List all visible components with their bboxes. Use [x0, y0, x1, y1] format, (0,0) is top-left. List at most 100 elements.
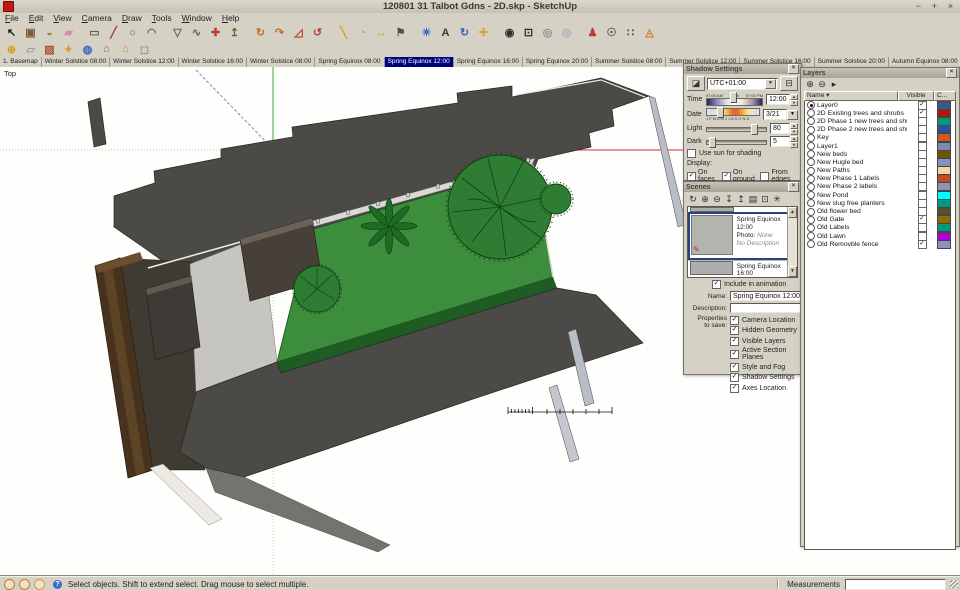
time-spinner[interactable]: ▲ ▼ — [790, 94, 798, 106]
move-scene-down-icon[interactable]: ↧ — [723, 194, 735, 205]
include-animation-checkbox[interactable]: ✓ — [712, 280, 721, 289]
pan-icon[interactable]: ✛ — [474, 24, 493, 41]
toggle-shadows-icon[interactable]: ◪ — [687, 76, 705, 91]
palm-plant[interactable] — [360, 197, 418, 255]
use-sun-checkbox[interactable] — [687, 149, 696, 158]
layer-radio[interactable] — [807, 101, 815, 110]
style-and-fog-checkbox[interactable]: ✓ — [730, 362, 739, 372]
scenes-panel-titlebar[interactable]: Scenes × — [684, 182, 801, 192]
update-scene-icon[interactable]: ↻ — [687, 194, 699, 205]
photo-textures-icon[interactable]: ▨ — [40, 41, 59, 58]
bottom-gray-tail[interactable] — [205, 467, 391, 553]
circle-icon[interactable]: ○ — [123, 24, 142, 41]
add-scene-icon[interactable]: ⊕ — [699, 194, 711, 205]
timezone-select[interactable]: UTC+01:00 ▼ — [707, 77, 778, 90]
zoom-window-icon[interactable]: ⊡ — [519, 24, 538, 41]
visible-layers-checkbox[interactable]: ✓ — [730, 336, 739, 346]
share-models-icon[interactable]: ⌂ — [116, 41, 135, 58]
layer-details-icon[interactable]: ▸ — [828, 79, 840, 90]
help-icon[interactable]: ? — [53, 579, 62, 589]
scene-menu-icon[interactable]: ✳ — [771, 194, 783, 205]
google-earth-icon[interactable]: ◍ — [78, 41, 97, 58]
position-camera-icon[interactable]: ♟ — [583, 24, 602, 41]
layer-radio[interactable] — [807, 166, 815, 175]
layer-radio[interactable] — [807, 174, 815, 183]
status-icon-2[interactable] — [19, 578, 30, 590]
layer-row[interactable]: Old Removble fence ✓ — [805, 239, 955, 249]
menu-file[interactable]: File — [0, 13, 24, 24]
component-box-icon[interactable]: ◻ — [135, 41, 154, 58]
layer-radio[interactable] — [807, 207, 815, 216]
from-edges-checkbox[interactable] — [760, 171, 770, 181]
zoom-icon[interactable]: ◉ — [500, 24, 519, 41]
polygon-icon[interactable]: ▽ — [168, 24, 187, 41]
resize-grip[interactable] — [950, 580, 958, 588]
axes-location-checkbox[interactable]: ✓ — [730, 383, 739, 393]
remove-scene-icon[interactable]: ⊖ — [711, 194, 723, 205]
close-button[interactable]: × — [944, 1, 957, 12]
layer-radio[interactable] — [807, 223, 815, 232]
zoom-next-icon[interactable]: ◎ — [557, 24, 576, 41]
tape-measure-icon[interactable]: ╲ — [334, 24, 353, 41]
add-location-icon[interactable]: ✦ — [59, 41, 78, 58]
scene-tab[interactable]: Spring Equinox 08:00 — [315, 57, 385, 67]
layers-header-visible[interactable]: Visible — [898, 90, 934, 101]
shadow-panel-titlebar[interactable]: Shadow Settings × — [684, 64, 801, 74]
walk-icon[interactable]: ∷ — [621, 24, 640, 41]
on-faces-checkbox[interactable]: ✓ — [687, 171, 696, 181]
date-dropdown-icon[interactable]: ▼ — [787, 109, 798, 120]
shadow-panel-close-icon[interactable]: × — [788, 64, 799, 74]
layer-radio[interactable] — [807, 150, 815, 159]
freehand-icon[interactable]: ∿ — [187, 24, 206, 41]
get-models-icon[interactable]: ⌂ — [97, 41, 116, 58]
3d-text-icon[interactable]: A — [436, 24, 455, 41]
layers-header-name[interactable]: Name ▾ — [804, 90, 898, 101]
dimension-icon[interactable]: ↔ — [372, 24, 391, 41]
scene-tab[interactable]: Summer Solstice 20:00 — [815, 57, 889, 67]
scene-tab[interactable]: Spring Equinox 16:00 — [454, 57, 523, 67]
measurements-input[interactable] — [845, 578, 946, 590]
layer-radio[interactable] — [807, 182, 815, 191]
show-details-icon[interactable]: ⊡ — [759, 194, 771, 205]
layer-radio[interactable] — [807, 191, 815, 200]
scene-tab[interactable]: Winter Solstice 16:00 — [179, 57, 247, 67]
layer-color-swatch[interactable] — [937, 239, 951, 249]
layer-radio[interactable] — [807, 133, 815, 142]
maximize-button[interactable]: + — [928, 1, 941, 12]
right-blade-bottom[interactable] — [548, 384, 580, 463]
scenes-panel-close-icon[interactable]: × — [788, 182, 799, 192]
scale-icon[interactable]: ◿ — [289, 24, 308, 41]
layer-radio[interactable] — [807, 117, 815, 126]
layer-visible-checkbox[interactable]: ✓ — [917, 239, 927, 249]
layer-radio[interactable] — [807, 109, 815, 118]
layer-radio[interactable] — [807, 142, 815, 151]
menu-draw[interactable]: Draw — [117, 13, 147, 24]
status-icon-3[interactable] — [34, 578, 45, 590]
menu-camera[interactable]: Camera — [77, 13, 117, 24]
look-around-icon[interactable]: ☉ — [602, 24, 621, 41]
section-plane-icon[interactable]: ◬ — [640, 24, 659, 41]
scene-item-next[interactable]: Spring Equinox 16:00 — [688, 260, 797, 277]
camera-location-checkbox[interactable]: ✓ — [730, 315, 739, 325]
select-icon[interactable]: ↖ — [2, 24, 21, 41]
scene-tab[interactable]: Autumn Equinox 08:00 — [889, 57, 960, 67]
scene-list[interactable]: ✎ Spring Equinox 12:00 Photo: None No De… — [687, 206, 798, 278]
layers-panel-close-icon[interactable]: × — [946, 68, 957, 78]
orbit-icon[interactable]: ↻ — [455, 24, 474, 41]
scene-tab[interactable]: 1. Basemap — [0, 57, 42, 67]
scene-tab[interactable]: Winter Solstice 08:00 — [42, 57, 111, 67]
building-spike[interactable] — [87, 97, 107, 148]
light-slider[interactable] — [706, 124, 767, 135]
light-value[interactable]: 80 — [770, 123, 790, 134]
scene-tab[interactable]: Winter Solstice 08:00 — [247, 57, 316, 67]
make-component-icon[interactable]: ▣ — [21, 24, 40, 41]
scene-tab[interactable]: Spring Equinox 12:00 — [384, 57, 454, 67]
arc-icon[interactable]: ◠ — [142, 24, 161, 41]
axes-icon[interactable]: ✳ — [417, 24, 436, 41]
menu-window[interactable]: Window — [177, 13, 217, 24]
active-section-planes-checkbox[interactable]: ✓ — [730, 349, 739, 359]
dark-spinner[interactable]: ▲ ▼ — [790, 136, 798, 148]
layer-radio[interactable] — [807, 158, 815, 167]
minimize-button[interactable]: − — [912, 1, 925, 12]
scene-item-selected[interactable]: ✎ Spring Equinox 12:00 Photo: None No De… — [688, 212, 797, 260]
